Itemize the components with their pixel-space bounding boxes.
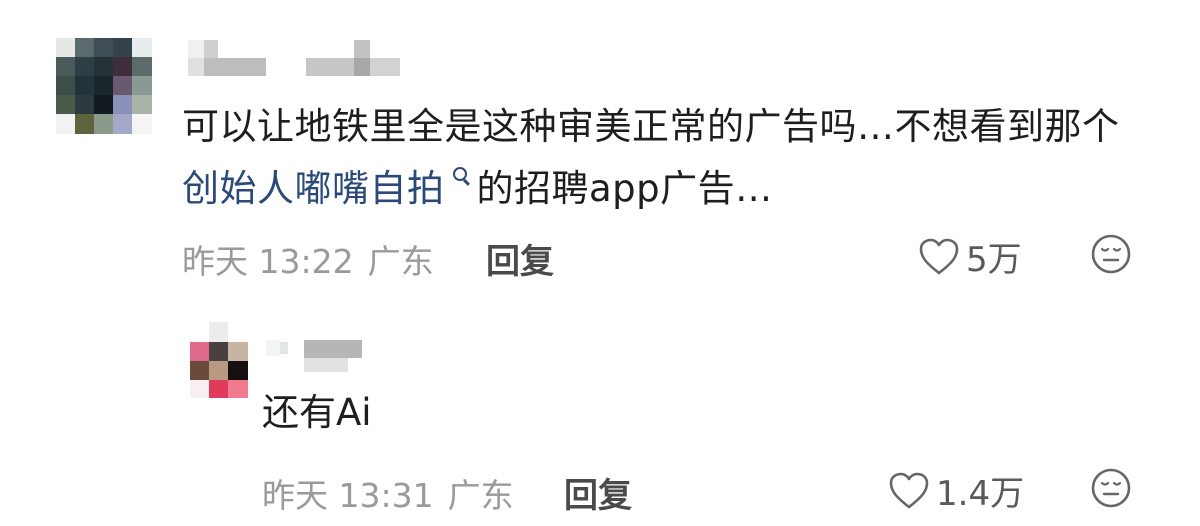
- like-count: 1.4万: [936, 474, 1025, 514]
- comment-meta: 昨天 13:22 广东: [182, 235, 434, 283]
- reply-button[interactable]: 回复: [486, 234, 554, 283]
- location: 广东: [447, 476, 514, 515]
- neutral-face-icon[interactable]: [1090, 233, 1132, 275]
- username[interactable]: [188, 40, 408, 76]
- search-link[interactable]: 创始人嘟嘴自拍: [182, 167, 445, 210]
- heart-icon: [919, 238, 959, 274]
- like-button[interactable]: 1.4万: [888, 466, 1024, 515]
- comment-text: 还有Ai: [262, 391, 372, 434]
- timestamp: 昨天 13:22: [182, 242, 354, 281]
- comment-text: 可以让地铁里全是这种审美正常的广告吗…不想看到那个 创始人嘟嘴自拍 的招聘app广…: [182, 96, 1162, 220]
- comment-text-suffix: 的招聘app广告…: [476, 167, 773, 210]
- like-button[interactable]: 5万: [918, 232, 1022, 281]
- like-count: 5万: [966, 240, 1022, 280]
- comment-meta: 昨天 13:31 广东: [262, 469, 514, 517]
- reply-button[interactable]: 回复: [564, 468, 632, 517]
- avatar[interactable]: [56, 38, 152, 134]
- location: 广东: [367, 242, 434, 281]
- neutral-face-icon[interactable]: [1090, 467, 1132, 509]
- avatar[interactable]: [190, 322, 248, 398]
- search-icon[interactable]: [451, 165, 471, 191]
- comment-text-prefix: 可以让地铁里全是这种审美正常的广告吗…不想看到那个: [182, 105, 1120, 148]
- heart-icon: [889, 472, 929, 508]
- timestamp: 昨天 13:31: [262, 476, 434, 515]
- username[interactable]: [266, 340, 366, 374]
